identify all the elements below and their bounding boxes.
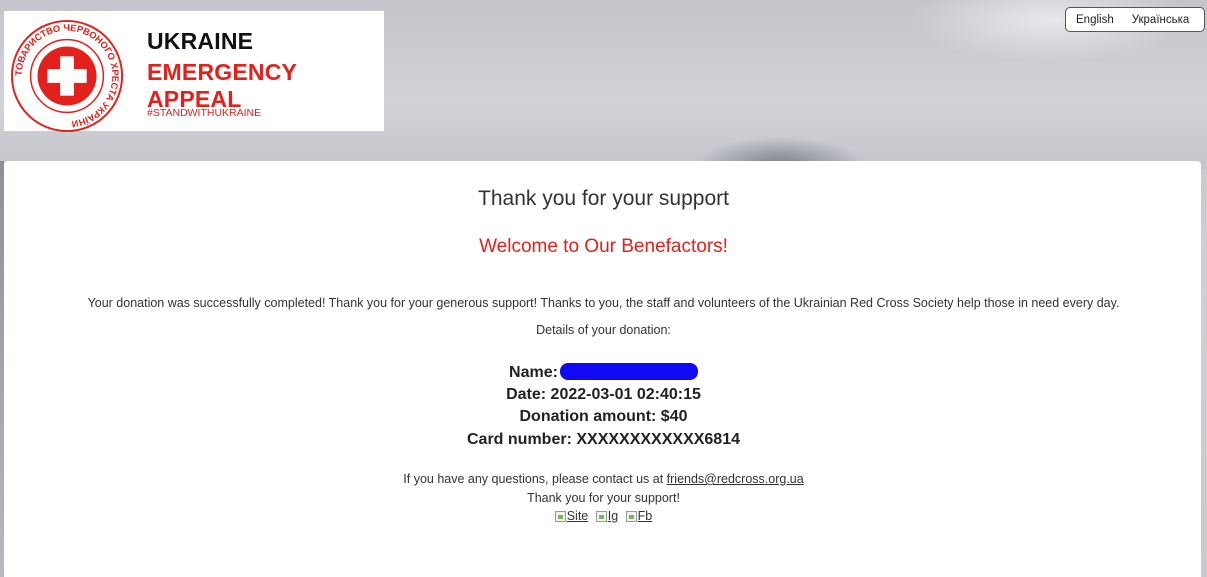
broken-image-icon (554, 510, 566, 522)
site-link[interactable]: Site (554, 509, 589, 523)
closing-thanks: Thank you for your support! (527, 491, 680, 505)
logo-subtitle: EMERGENCY APPEAL (147, 59, 297, 112)
logo-title: UKRAINE (147, 28, 254, 54)
welcome-heading: Welcome to Our Benefactors! (479, 236, 728, 257)
donor-name-line: Name: (0, 363, 1207, 382)
site-link-label: Site (566, 509, 589, 523)
lang-english-option[interactable]: English (1076, 14, 1114, 26)
logo-hashtag: #STANDWITHUKRAINE (147, 107, 262, 119)
name-label: Name: (509, 364, 558, 381)
lang-ukrainian-option[interactable]: Українська (1132, 14, 1190, 26)
broken-image-icon (595, 510, 607, 522)
details-label: Details of your donation: (536, 323, 671, 337)
contact-prefix: If you have any questions, please contac… (403, 472, 667, 486)
appeal-logo: ТОВАРИСТВО ЧЕРВОНОГО ХРЕСТА УКРАЇНИ UKRA… (4, 11, 384, 133)
donation-amount: Donation amount: $40 (519, 408, 688, 425)
facebook-link-label: Fb (637, 509, 653, 523)
social-links: Site Ig Fb (0, 509, 1207, 525)
language-switcher: English Українська (1065, 7, 1205, 32)
broken-image-icon (625, 510, 637, 522)
page-title: Thank you for your support (478, 187, 729, 210)
instagram-link-label: Ig (607, 509, 619, 523)
redacted-name-scribble (559, 363, 698, 380)
success-message: Your donation was successfully completed… (87, 296, 1120, 310)
instagram-link[interactable]: Ig (595, 509, 619, 523)
facebook-link[interactable]: Fb (625, 509, 653, 523)
contact-line: If you have any questions, please contac… (0, 472, 1207, 486)
contact-email-link[interactable]: friends@redcross.org.ua (667, 472, 804, 486)
donation-date: Date: 2022-03-01 02:40:15 (506, 386, 701, 403)
red-cross-seal-icon: ТОВАРИСТВО ЧЕРВОНОГО ХРЕСТА УКРАЇНИ (10, 19, 124, 133)
card-number: Card number: XXXXXXXXXXXX6814 (467, 431, 740, 448)
